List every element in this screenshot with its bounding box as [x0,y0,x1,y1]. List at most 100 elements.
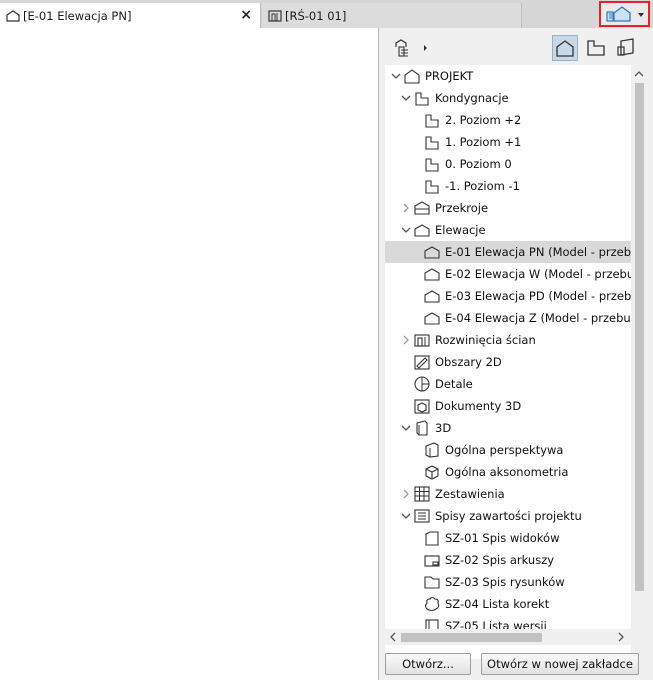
view-list-icon [425,531,439,546]
tree-item-label: 0. Poziom 0 [445,157,512,171]
document-3d-icon [414,399,430,414]
drawing-canvas[interactable] [0,28,378,680]
tree-item[interactable]: Elewacje [385,219,631,241]
tree-item-label: Przekroje [435,201,489,215]
tree-item[interactable]: Ogólna aksonometria [385,461,631,483]
tree-item-label: Kondygnacje [435,91,509,105]
tree-item[interactable]: E-02 Elewacja W (Model - przebudowa) [385,263,631,285]
tree-item[interactable]: Kondygnacje [385,87,631,109]
story-icon [415,92,429,106]
tree-item[interactable]: Zestawienia [385,483,631,505]
tree-item-label: E-03 Elewacja PD (Model - przebudowa) [445,289,631,303]
chevron-right-icon[interactable] [401,489,411,499]
tree-item-label: 3D [435,421,452,435]
chevron-down-icon[interactable] [401,511,411,521]
tree-item[interactable]: Przekroje [385,197,631,219]
tree-item-label: Spisy zawartości projektu [435,509,582,523]
elevation-icon [424,268,440,281]
tree-item[interactable]: PROJEKT [385,65,631,87]
tree-item-label: 2. Poziom +2 [445,113,522,127]
drawing-list-icon [424,576,440,589]
index-icon [414,509,430,523]
tree-item[interactable]: E-01 Elewacja PN (Model - przebudowa) [385,241,631,263]
tree-item[interactable]: Spisy zawartości projektu [385,505,631,527]
tab-interior-elevation[interactable]: [RŚ-01 01] [262,3,522,28]
project-map-menu-button[interactable] [389,35,431,61]
chevron-down-icon[interactable] [401,225,411,235]
tree-item[interactable]: SZ-04 Lista korekt [385,593,631,615]
story-icon [425,136,439,150]
project-map-icon [556,40,574,57]
axonometry-icon [425,465,439,480]
tree-item-label: Ogólna perspektywa [445,443,564,457]
close-icon[interactable]: × [240,7,252,23]
open-in-new-tab-button[interactable]: Otwórz w nowej zakładce [481,653,639,675]
tab-label: [RŚ-01 01] [285,8,347,23]
tree-item[interactable]: E-04 Elewacja Z (Model - przebudowa) [385,307,631,329]
tree-item-label: Detale [435,377,473,391]
tab-elevation-pn[interactable]: [E-01 Elewacja PN] × [0,3,261,28]
tree-item[interactable]: 0. Poziom 0 [385,153,631,175]
tree-item[interactable]: SZ-03 Spis rysunków [385,571,631,593]
view-map-button[interactable] [584,35,610,61]
tree-item[interactable]: 1. Poziom +1 [385,131,631,153]
3d-icon [416,420,428,436]
tree-item-label: Obszary 2D [435,355,502,369]
navigator-panel: PROJEKT Kondygnacje 2. Poziom +2 1. Poziom … [378,28,653,680]
tab-label: [E-01 Elewacja PN] [23,8,132,23]
story-icon [425,158,439,172]
layout-book-button[interactable] [614,35,640,61]
tree-item[interactable]: E-03 Elewacja PD (Model - przebudowa) [385,285,631,307]
scroll-left-icon[interactable] [386,629,400,645]
tree-item[interactable]: SZ-02 Spis arkuszy [385,549,631,571]
view-map-icon [587,40,605,56]
story-icon [425,180,439,194]
scroll-corner [631,629,647,645]
tree-item-label: SZ-01 Spis widoków [445,531,560,545]
house-icon [404,69,420,84]
project-map-menu-icon [395,39,427,57]
vertical-scrollbar[interactable] [631,65,647,659]
elevation-icon [424,246,440,259]
horizontal-scrollbar[interactable] [385,629,631,645]
tree-item-label: SZ-03 Spis rysunków [445,575,565,589]
tree-item[interactable]: Rozwinięcia ścian [385,329,631,351]
tree-item-label: Dokumenty 3D [435,399,522,413]
tree-item-label: SZ-02 Spis arkuszy [445,553,555,567]
tree-item-label: -1. Poziom -1 [445,179,520,193]
navigator-toggle-button[interactable] [599,1,650,27]
tree-item[interactable]: Detale [385,373,631,395]
interior-elevation-icon [414,334,430,347]
elevation-icon [414,224,430,237]
tree-item-label: PROJEKT [425,69,474,83]
elevation-icon [424,290,440,303]
vertical-scroll-thumb[interactable] [635,83,644,591]
tree-item[interactable]: 3D [385,417,631,439]
elevation-icon [6,9,20,22]
tree-item[interactable]: Ogólna perspektywa [385,439,631,461]
project-map-button[interactable] [552,35,578,61]
tree-item[interactable]: -1. Poziom -1 [385,175,631,197]
tree-item-label: E-01 Elewacja PN (Model - przebudowa) [445,245,631,259]
tree-item-label: SZ-04 Lista korekt [445,597,550,611]
open-button[interactable]: Otwórz... [385,653,471,675]
scroll-right-icon[interactable] [614,629,628,645]
tree-item[interactable]: Obszary 2D [385,351,631,373]
tab-bar: [E-01 Elewacja PN] × [RŚ-01 01] [0,0,653,28]
tree-item[interactable]: SZ-01 Spis widoków [385,527,631,549]
chevron-right-icon[interactable] [401,203,411,213]
horizontal-scroll-thumb[interactable] [401,633,542,642]
chevron-down-icon[interactable] [391,71,401,81]
chevron-right-icon[interactable] [401,335,411,345]
section-icon [414,201,430,215]
chevron-down-icon[interactable] [401,93,411,103]
tree-item[interactable]: 2. Poziom +2 [385,109,631,131]
chevron-down-icon[interactable] [401,423,411,433]
tree-item[interactable]: Dokumenty 3D [385,395,631,417]
scroll-up-icon[interactable] [631,67,647,81]
elevation-icon [424,312,440,325]
project-map-icon [606,6,644,22]
interior-elevation-icon [268,9,282,22]
schedule-icon [414,486,430,502]
detail-icon [414,376,430,392]
